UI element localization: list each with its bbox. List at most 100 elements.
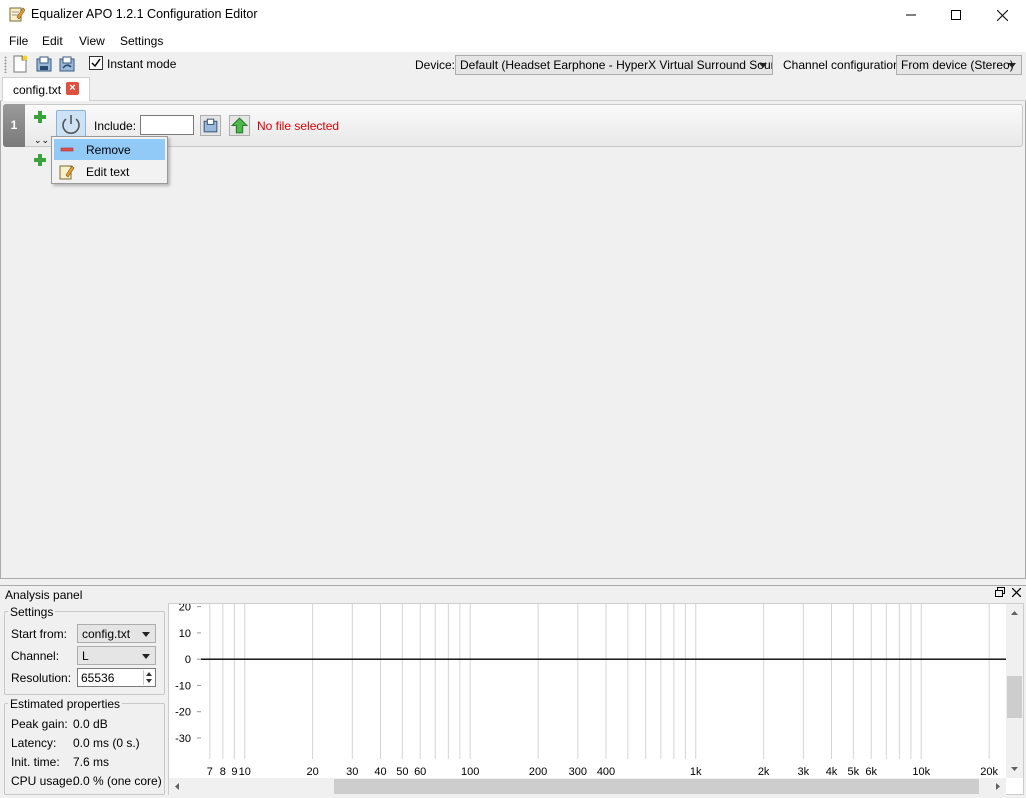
channel-configuration-value: From device (Stereo): [901, 58, 1014, 72]
close-icon: [1011, 587, 1021, 598]
menu-settings[interactable]: Settings: [120, 34, 163, 48]
peak-gain-label: Peak gain:: [11, 717, 68, 731]
x-tick-label: 400: [597, 766, 615, 778]
new-file-icon: [13, 54, 28, 73]
tab-close-button[interactable]: ×: [66, 82, 79, 95]
save-as-icon: [59, 56, 75, 72]
tab-config[interactable]: config.txt ×: [2, 77, 90, 101]
close-panel-button[interactable]: [1009, 587, 1023, 601]
horizontal-scrollbar-graphic: [175, 779, 1000, 794]
chevron-down-icon: [1008, 63, 1016, 68]
maximize-icon: [951, 10, 961, 20]
device-select-value: Default (Headset Earphone - HyperX Virtu…: [460, 58, 773, 72]
spin-buttons[interactable]: [143, 670, 154, 685]
context-menu-edit-text[interactable]: Edit text: [54, 161, 165, 182]
title-bar: Equalizer APO 1.2.1 Configuration Editor: [0, 0, 1026, 30]
menu-view[interactable]: View: [79, 34, 105, 48]
x-tick-label: 200: [529, 766, 547, 778]
latency-label: Latency:: [11, 736, 57, 750]
include-file-input[interactable]: [140, 115, 194, 135]
x-tick-label: 30: [346, 766, 358, 778]
tab-label: config.txt: [13, 83, 62, 97]
init-time-label: Init. time:: [11, 755, 60, 769]
x-tick-label: 20: [306, 766, 318, 778]
x-tick-label: 1k: [690, 766, 702, 778]
device-select[interactable]: Default (Headset Earphone - HyperX Virtu…: [455, 55, 773, 75]
new-file-button[interactable]: [11, 54, 31, 75]
x-tick-label: 7: [207, 766, 213, 778]
channel-configuration-select[interactable]: From device (Stereo): [896, 55, 1022, 75]
instant-mode-label: Instant mode: [107, 57, 177, 71]
y-tick-label: -30: [175, 733, 191, 745]
tab-strip: config.txt ×: [0, 77, 1026, 101]
save-icon: [203, 118, 218, 133]
chevron-down-icon: [142, 654, 150, 659]
menu-edit[interactable]: Edit: [42, 34, 63, 48]
chevron-down-icon: [759, 63, 767, 68]
scroll-left-arrow-icon: [175, 783, 179, 790]
add-filter-below-icon[interactable]: [33, 153, 47, 167]
context-menu: Remove Edit text: [51, 136, 168, 184]
add-filter-above-icon[interactable]: [33, 110, 47, 124]
frequency-response-chart[interactable]: 7 8 9 10 20 30 40 50 60 100 200 300 400 1k 2k 3k 4k 5k 6k 1…: [168, 603, 1024, 795]
row-number[interactable]: 1: [3, 104, 25, 147]
x-tick-label: 60: [414, 766, 426, 778]
y-tick-label: 10: [179, 628, 191, 640]
y-tick-label: 0: [185, 654, 191, 666]
save-icon: [36, 56, 52, 72]
x-tick-label: 8: [220, 766, 226, 778]
x-tick-label: 20k: [980, 766, 998, 778]
start-from-value: config.txt: [82, 627, 131, 641]
x-tick-label: 300: [569, 766, 587, 778]
vertical-scroll-thumb: [1007, 676, 1022, 718]
device-label: Device:: [415, 58, 456, 72]
toolbar-grip[interactable]: [4, 56, 7, 73]
x-tick-label: 100: [461, 766, 479, 778]
scroll-down-arrow-icon: [1011, 767, 1018, 771]
close-icon: [996, 9, 1008, 21]
settings-group-title: Settings: [8, 605, 56, 619]
horizontal-scrollbar[interactable]: [169, 778, 1006, 795]
channel-value: L: [82, 649, 89, 663]
include-status: No file selected: [257, 119, 340, 133]
vertical-scrollbar[interactable]: [1006, 604, 1023, 778]
maximize-button[interactable]: [933, 0, 979, 30]
x-tick-label: 6k: [865, 766, 877, 778]
close-window-button[interactable]: [979, 0, 1025, 30]
restore-icon: [995, 587, 1005, 597]
minimize-button[interactable]: [888, 0, 934, 30]
window-title: Equalizer APO 1.2.1 Configuration Editor: [31, 7, 258, 21]
scroll-right-arrow-icon: [996, 783, 1000, 790]
analysis-panel-title: Analysis panel: [5, 588, 83, 602]
power-icon: [62, 115, 80, 134]
resolution-spinbox[interactable]: 65536: [77, 668, 156, 687]
open-included-file-button[interactable]: [229, 115, 250, 136]
expand-row-button[interactable]: ⌄⌄: [34, 134, 49, 146]
open-file-button[interactable]: [35, 55, 55, 75]
x-tick-label: 10: [239, 766, 251, 778]
resolution-label: Resolution:: [11, 671, 72, 685]
horizontal-scroll-thumb: [334, 779, 979, 794]
channel-select[interactable]: L: [77, 646, 156, 665]
y-tick-label: -10: [175, 680, 191, 692]
peak-gain-value: 0.0 dB: [73, 717, 108, 731]
y-tick-label: 20: [179, 604, 191, 614]
float-panel-button[interactable]: [993, 587, 1007, 601]
context-menu-remove[interactable]: Remove: [54, 139, 165, 160]
context-menu-label: Remove: [86, 143, 131, 157]
checkmark-icon: [91, 58, 101, 68]
instant-mode-checkbox[interactable]: [89, 56, 103, 70]
minus-icon: [60, 147, 74, 152]
browse-file-button[interactable]: [200, 115, 221, 136]
menu-file[interactable]: File: [9, 34, 28, 48]
latency-value: 0.0 ms (0 s.): [73, 736, 140, 750]
start-from-select[interactable]: config.txt: [77, 624, 156, 643]
x-tick-label: 3k: [798, 766, 810, 778]
save-as-button[interactable]: [58, 55, 78, 75]
init-time-value: 7.6 ms: [73, 755, 110, 769]
frequency-response-plot: 7 8 9 10 20 30 40 50 60 100 200 300 400 1k 2k 3k 4k 5k 6k 1…: [175, 604, 1007, 778]
arrow-up-icon: [230, 117, 249, 134]
scroll-up-arrow-icon: [1011, 611, 1018, 615]
chevron-down-icon: [142, 632, 150, 637]
estimated-properties-title: Estimated properties: [8, 697, 123, 711]
